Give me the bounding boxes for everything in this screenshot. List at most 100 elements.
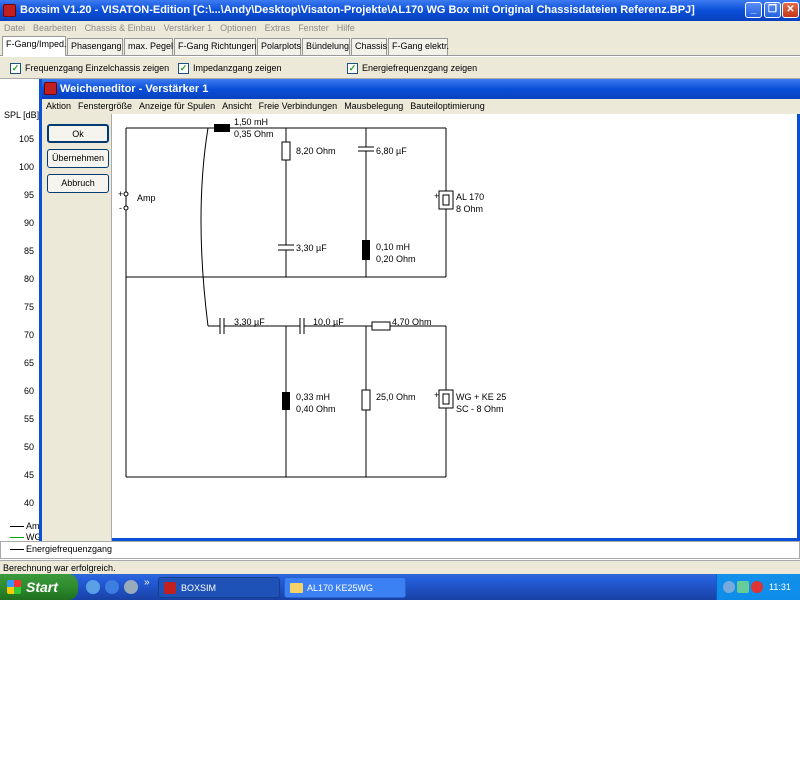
- tab-chassis[interactable]: Chassis: [351, 38, 387, 55]
- tray-app-icon[interactable]: [737, 581, 749, 593]
- checkbox-energiefrequenzgang-box[interactable]: ✓: [347, 63, 358, 75]
- editor-title-bar[interactable]: Weicheneditor - Verstärker 1: [42, 79, 800, 99]
- start-button[interactable]: Start: [0, 574, 78, 600]
- tab-fgang-richtungen[interactable]: F-Gang Richtungen: [174, 38, 257, 55]
- tray-security-icon[interactable]: [751, 581, 763, 593]
- ytick-60: 60: [23, 386, 34, 396]
- task-boxsim[interactable]: BOXSIM: [158, 577, 280, 598]
- tab-fgang-elektr[interactable]: F-Gang elektr.: [388, 38, 449, 55]
- driver-al170-plus: +: [434, 191, 439, 201]
- r-4-70-label: 4,70 Ohm: [392, 317, 432, 327]
- resistor-8-20-icon[interactable]: [281, 141, 291, 161]
- view-tabs: F-Gang/Imped. Phasengang max. Pegel F-Ga…: [0, 36, 800, 56]
- c-3-30-top-label: 3,30 µF: [296, 243, 327, 253]
- editor-menu-mausbelegung[interactable]: Mausbelegung: [340, 99, 406, 114]
- quicklaunch-more-icon[interactable]: »: [144, 577, 150, 588]
- l-0-10-resistance: 0,20 Ohm: [376, 254, 416, 264]
- editor-menu-fenstergroesse[interactable]: Fenstergröße: [74, 99, 135, 114]
- ytick-90: 90: [23, 218, 34, 228]
- editor-menu-ansicht[interactable]: Ansicht: [218, 99, 255, 114]
- ytick-70: 70: [23, 330, 34, 340]
- capacitor-10-0-icon[interactable]: [299, 318, 305, 334]
- capacitor-6-80-icon[interactable]: [358, 146, 374, 152]
- amp-plus-sign: +: [118, 189, 123, 199]
- driver-al170-name: AL 170: [456, 192, 484, 202]
- tab-max-pegel[interactable]: max. Pegel: [124, 38, 173, 55]
- legend-amp-line: [10, 526, 24, 527]
- quicklaunch-ie-icon[interactable]: [105, 580, 119, 594]
- task-boxsim-label: BOXSIM: [181, 583, 217, 593]
- ytick-80: 80: [23, 274, 34, 284]
- apply-button[interactable]: Übernehmen: [47, 149, 109, 168]
- inductor-0-10mh-icon[interactable]: [362, 240, 370, 260]
- boxsim-task-icon: [164, 582, 176, 594]
- main-title-bar[interactable]: Boxsim V1.20 - VISATON-Edition [C:\...\A…: [0, 0, 800, 21]
- tray-clock: 11:31: [769, 582, 791, 592]
- inductor-0-33mh-icon[interactable]: [282, 392, 290, 410]
- ytick-95: 95: [23, 190, 34, 200]
- checkbox-energiefrequenzgang-label: Energiefrequenzgang zeigen: [362, 63, 478, 73]
- checkbox-einzelchassis[interactable]: ✓ Frequenzgang Einzelchassis zeigen: [10, 62, 169, 75]
- capacitor-3-30-top-icon[interactable]: [278, 244, 294, 251]
- spl-axis-label: SPL [dB]: [4, 110, 40, 120]
- l1-value: 1,50 mH: [234, 117, 268, 127]
- ytick-45: 45: [23, 470, 34, 480]
- task-al170-label: AL170 KE25WG: [307, 583, 374, 593]
- menu-hilfe[interactable]: Hilfe: [333, 21, 359, 36]
- c-3-30-bottom-label: 3,30 µF: [234, 317, 265, 327]
- legend-bar: [0, 541, 800, 559]
- editor-menu-bauteiloptimierung[interactable]: Bauteiloptimierung: [406, 99, 488, 114]
- amp-minus-sign: -: [119, 203, 122, 213]
- amp-minus-terminal-icon: [123, 205, 129, 211]
- legend-energy-line: [10, 549, 24, 550]
- editor-menu-aktion[interactable]: Aktion: [42, 99, 74, 114]
- checkbox-impedanzgang-box[interactable]: ✓: [178, 63, 189, 75]
- restore-button[interactable]: ❐: [764, 2, 781, 18]
- resistor-25-0-icon[interactable]: [361, 389, 371, 411]
- menu-verstaerker[interactable]: Verstärker 1: [160, 21, 217, 36]
- menu-chassis-einbau[interactable]: Chassis & Einbau: [81, 21, 160, 36]
- editor-menu-freie-verbindungen[interactable]: Freie Verbindungen: [255, 99, 341, 114]
- l-0-33-value: 0,33 mH: [296, 392, 330, 402]
- main-window-title: Boxsim V1.20 - VISATON-Edition [C:\...\A…: [20, 4, 695, 16]
- ytick-85: 85: [23, 246, 34, 256]
- l-0-33-resistance: 0,40 Ohm: [296, 404, 336, 414]
- menu-extras[interactable]: Extras: [261, 21, 295, 36]
- quicklaunch-desktop-icon[interactable]: [86, 580, 100, 594]
- c-6-80-label: 6,80 µF: [376, 146, 407, 156]
- tab-buendelung[interactable]: Bündelung: [302, 38, 350, 55]
- driver-wg-impedance: SC - 8 Ohm: [456, 404, 504, 414]
- tray-network-icon[interactable]: [723, 581, 735, 593]
- crossover-schematic[interactable]: + - Amp + + 1,50 mH 0,35 Ohm 8,20 Ohm 3,…: [112, 114, 792, 538]
- close-button[interactable]: ✕: [782, 2, 799, 18]
- driver-al170-impedance: 8 Ohm: [456, 204, 483, 214]
- menu-optionen[interactable]: Optionen: [216, 21, 261, 36]
- menu-datei[interactable]: Datei: [0, 21, 29, 36]
- driver-al170-cone-icon: [442, 194, 450, 206]
- ok-button[interactable]: Ok: [47, 124, 109, 143]
- ytick-50: 50: [23, 442, 34, 452]
- status-bar: Berechnung war erfolgreich.: [0, 560, 800, 574]
- inductor-1-50mh-icon[interactable]: [214, 124, 230, 132]
- amp-label: Amp: [137, 193, 156, 203]
- checkbox-energiefrequenzgang[interactable]: ✓ Energiefrequenzgang zeigen: [347, 62, 477, 75]
- tab-polarplots[interactable]: Polarplots: [257, 38, 301, 55]
- cancel-button[interactable]: Abbruch: [47, 174, 109, 193]
- checkbox-impedanzgang[interactable]: ✓ Impedanzgang zeigen: [178, 62, 282, 75]
- r-8-20-label: 8,20 Ohm: [296, 146, 336, 156]
- capacitor-3-30-bottom-icon[interactable]: [219, 318, 225, 334]
- quicklaunch-media-icon[interactable]: [124, 580, 138, 594]
- menu-bearbeiten[interactable]: Bearbeiten: [29, 21, 81, 36]
- tab-phasengang[interactable]: Phasengang: [67, 38, 123, 55]
- editor-menu-anzeige-spulen[interactable]: Anzeige für Spulen: [135, 99, 218, 114]
- tab-fgang-imped[interactable]: F-Gang/Imped.: [2, 36, 67, 56]
- checkbox-einzelchassis-box[interactable]: ✓: [10, 63, 21, 75]
- resistor-4-70-icon[interactable]: [371, 321, 391, 331]
- menu-fenster[interactable]: Fenster: [294, 21, 333, 36]
- folder-icon: [290, 583, 303, 593]
- driver-wg-plus: +: [434, 390, 439, 400]
- editor-title: Weicheneditor - Verstärker 1: [60, 83, 209, 95]
- boxsim-app-icon: [3, 4, 16, 17]
- task-al170-folder[interactable]: AL170 KE25WG: [284, 577, 406, 598]
- minimize-button[interactable]: _: [745, 2, 762, 18]
